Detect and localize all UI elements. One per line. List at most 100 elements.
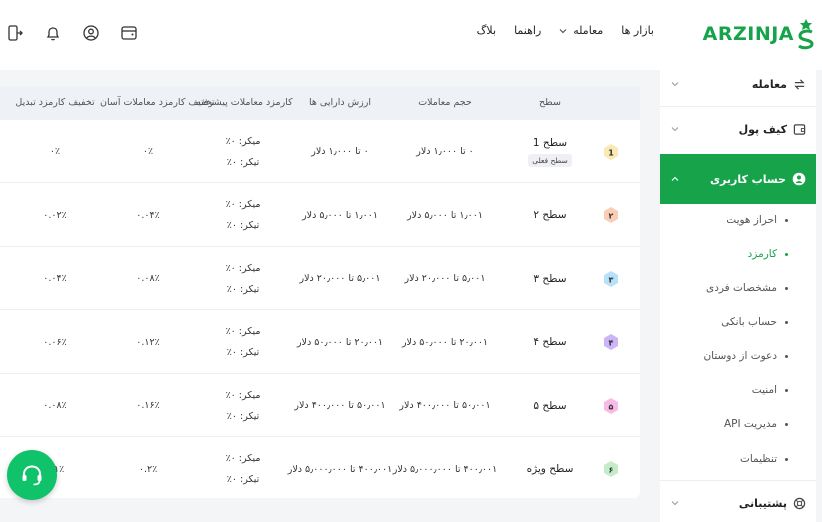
level-cell: سطح ۵: [500, 374, 600, 437]
sidebar-sub-label: مدیریت API: [723, 418, 777, 430]
level-name: سطح ویژه: [526, 463, 574, 475]
nav-markets-label: بازار ها: [621, 24, 654, 37]
header-actions: [6, 24, 138, 42]
bullet: [785, 457, 788, 461]
sidebar-sub-label: حساب بانکی: [721, 316, 777, 328]
bullet: [785, 354, 788, 358]
advanced-fee-cell: میکر: ۰٪ تیکر: ۰٪: [196, 311, 290, 374]
sidebar-wallet-label-wrap: کیف پول: [739, 123, 806, 136]
easy-discount-cell: ۰.۲٪: [138, 463, 158, 475]
sidebar-item-trade[interactable]: معامله: [660, 62, 816, 106]
wallet-icon[interactable]: [120, 24, 138, 42]
nav-blog[interactable]: بلاگ: [477, 24, 496, 37]
sidebar-sub-fees[interactable]: کارمزد: [660, 237, 816, 271]
level-badge: ۵: [604, 397, 618, 414]
support-chat-button[interactable]: [7, 450, 57, 500]
bullet: [785, 422, 788, 426]
sidebar-sub-bank[interactable]: حساب بانکی: [660, 305, 816, 339]
maker-fee: میکر: ۰٪: [225, 389, 261, 401]
volume-cell: ۱٫۰۰۱ تا ۵٫۰۰۰ دلار: [407, 209, 483, 221]
user-circle-icon[interactable]: [82, 24, 100, 42]
taker-fee: تیکر: ۰٪: [226, 156, 260, 168]
sidebar-sub-label: امنیت: [751, 384, 777, 396]
easy-discount-cell: ۰.۰۴٪: [136, 209, 160, 221]
bell-icon[interactable]: [44, 24, 62, 42]
table-row: ۵ سطح ۵ ۵۰٫۰۰۱ تا ۴۰۰٫۰۰۰ دلار ۵۰٫۰۰۱ تا ۴۰…: [0, 374, 640, 437]
advanced-fee-cell: میکر: ۰٪ تیکر: ۰٪: [196, 120, 290, 183]
chevron-down-icon: [671, 82, 679, 87]
level-badge-cell: ۲: [598, 184, 624, 247]
sidebar-item-wallet[interactable]: کیف پول: [660, 107, 816, 151]
volume-cell: ۵۰٫۰۰۱ تا ۴۰۰٫۰۰۰ دلار: [399, 400, 491, 411]
col-assets: ارزش دارایی ها: [308, 97, 371, 108]
chevron-up-icon: [671, 176, 679, 181]
table-row: 1 سطح 1 سطح فعلی ۰ تا ۱٫۰۰۰ دلار ۰ تا ۱٫۰۰۰ …: [0, 120, 640, 183]
nav-guide[interactable]: راهنما: [514, 24, 541, 37]
headset-icon: [22, 465, 42, 486]
maker-fee: میکر: ۰٪: [225, 199, 261, 210]
level-badge-cell: ۵: [598, 374, 624, 437]
level-badge: ۶: [604, 461, 618, 477]
user-icon: [792, 172, 806, 186]
convert-discount-cell: ۰٪: [49, 146, 61, 157]
col-level: سطح: [539, 97, 561, 108]
logout-icon[interactable]: [6, 24, 24, 42]
sidebar-trade-label-wrap: معامله: [752, 78, 806, 91]
taker-fee: تیکر: ۰٪: [226, 474, 260, 485]
nav-trade[interactable]: معامله: [559, 24, 603, 37]
sidebar-sub-security[interactable]: امنیت: [660, 373, 816, 407]
sidebar-sub-api[interactable]: مدیریت API: [660, 407, 816, 441]
level-cell: سطح ۲: [500, 184, 600, 247]
taker-fee: تیکر: ۰٪: [226, 283, 260, 295]
sidebar-sub-label: تنظیمات: [739, 453, 777, 465]
advanced-fee-cell: میکر: ۰٪ تیکر: ۰٪: [196, 184, 290, 247]
level-badge: ۳: [604, 270, 618, 287]
sidebar-sub-kyc[interactable]: احراز هویت: [660, 203, 816, 237]
level-cell: سطح 1 سطح فعلی: [500, 120, 600, 183]
trade-icon: [794, 78, 805, 90]
assets-cell: ۲۰٫۰۰۱ تا ۵۰٫۰۰۰ دلار: [296, 336, 384, 348]
volume-cell: ۲۰٫۰۰۱ تا ۵۰٫۰۰۰ دلار: [401, 336, 489, 348]
level-badge-cell: ۴: [598, 311, 624, 374]
current-level-badge: سطح فعلی: [528, 153, 572, 167]
level-name: سطح ۴: [533, 336, 567, 348]
easy-discount-cell: ۰.۰۸٪: [136, 273, 160, 284]
taker-fee: تیکر: ۰٪: [226, 220, 260, 231]
sidebar-sub-label: احراز هویت: [726, 214, 777, 226]
easy-discount-cell: ۰.۱۶٪: [136, 400, 160, 411]
sidebar-sub-invite[interactable]: دعوت از دوستان: [660, 339, 816, 373]
sidebar: معامله کیف پول حساب کاربری احراز هویت کا…: [660, 62, 816, 522]
level-name: سطح ۵: [533, 399, 567, 412]
taker-fee: تیکر: ۰٪: [226, 347, 260, 358]
easy-discount-cell: ۰.۱۲٪: [136, 336, 160, 348]
brand-logo[interactable]: ARZINJA: [703, 14, 816, 54]
nav-blog-label: بلاگ: [476, 24, 497, 37]
assets-cell: ۴۰۰٫۰۰۱ تا ۵٫۰۰۰٫۰۰۰ دلار: [287, 463, 393, 475]
nav-trade-label: معامله: [573, 24, 604, 37]
assets-cell: ۵٫۰۰۱ تا ۲۰٫۰۰۰ دلار: [299, 273, 381, 284]
level-cell: سطح ویژه: [500, 438, 600, 499]
level-name: سطح ۳: [533, 272, 567, 285]
col-convert-discount: تخفیف کارمزد تبدیل: [15, 97, 95, 108]
brand-name: ARZINJA: [702, 23, 794, 45]
wallet-icon: [793, 123, 806, 135]
sidebar-sub-settings[interactable]: تنظیمات: [660, 442, 816, 476]
assets-cell: ۱٫۰۰۱ تا ۵٫۰۰۰ دلار: [302, 209, 378, 221]
maker-fee: میکر: ۰٪: [225, 262, 261, 274]
main-nav: بازار ها معامله راهنما بلاگ: [477, 24, 654, 37]
sidebar-sub-profile[interactable]: مشخصات فردی: [660, 271, 816, 305]
logo-icon: [798, 19, 814, 50]
sidebar-item-support[interactable]: پشتیبانی: [660, 481, 816, 522]
level-name: سطح 1: [532, 136, 568, 149]
nav-markets[interactable]: بازار ها: [621, 24, 654, 37]
taker-fee: تیکر: ۰٪: [226, 410, 260, 422]
level-badge-cell: ۶: [598, 438, 624, 499]
sidebar-support-label-wrap: پشتیبانی: [739, 497, 806, 510]
sidebar-item-account[interactable]: حساب کاربری: [660, 154, 816, 204]
level-number: 1: [608, 148, 614, 157]
bullet: [785, 388, 788, 392]
easy-discount-cell: ۰٪: [142, 146, 154, 157]
bullet: [785, 286, 788, 290]
level-badge: ۲: [604, 207, 618, 223]
level-number: ۳: [609, 275, 614, 284]
